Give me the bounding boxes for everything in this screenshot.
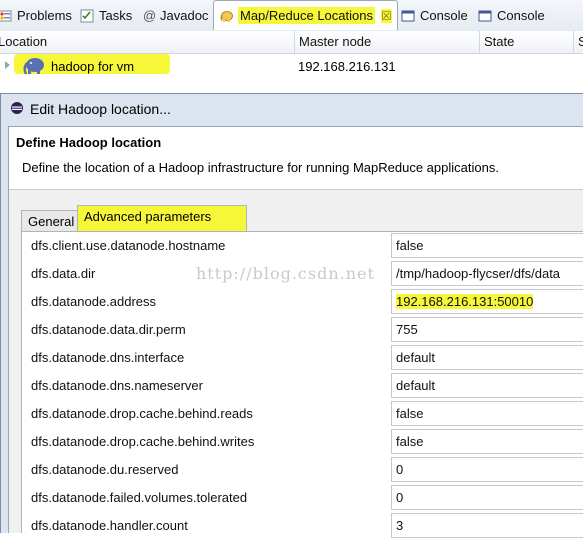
hadoop-elephant-icon (22, 56, 46, 79)
table-row[interactable]: hadoop for vm 192.168.216.131 (0, 54, 583, 80)
param-name: dfs.datanode.dns.interface (31, 350, 185, 365)
column-status[interactable]: S (573, 31, 583, 53)
param-value-field[interactable]: false (391, 233, 583, 258)
tab-general[interactable]: General (21, 210, 82, 232)
tab-console-2[interactable]: Console (478, 0, 545, 31)
param-name: dfs.datanode.data.dir.perm (31, 322, 186, 337)
tab-label: Tasks (99, 8, 133, 23)
tab-label: Problems (17, 8, 72, 23)
param-row: dfs.datanode.failed.volumes.tolerated 0 (22, 484, 583, 512)
param-row: dfs.client.use.datanode.hostname false (22, 232, 583, 260)
tab-problems[interactable]: Problems (0, 0, 72, 31)
at-icon: @ (143, 7, 157, 23)
locations-table-header: Location Master node State S (0, 31, 583, 54)
close-icon[interactable]: ☒ (380, 8, 392, 23)
dialog-title-bar[interactable]: Edit Hadoop location... (2, 96, 583, 122)
param-value-field[interactable]: false (391, 401, 583, 426)
param-row: dfs.datanode.dns.nameserver default (22, 372, 583, 400)
param-value-field[interactable]: 192.168.216.131:50010 (391, 289, 583, 314)
param-value-field[interactable]: 755 (391, 317, 583, 342)
dialog-description: Define the location of a Hadoop infrastr… (22, 160, 499, 175)
problems-icon (0, 9, 12, 23)
param-name: dfs.datanode.failed.volumes.tolerated (31, 490, 248, 505)
tab-map-reduce-locations[interactable]: Map/Reduce Locations ☒ (213, 0, 398, 30)
column-state[interactable]: State (479, 31, 573, 53)
param-value-field[interactable]: 0 (391, 485, 583, 510)
param-name: dfs.datanode.drop.cache.behind.reads (31, 406, 253, 421)
param-value-field[interactable]: default (391, 373, 583, 398)
param-name: dfs.datanode.drop.cache.behind.writes (31, 434, 255, 449)
tasks-icon (80, 9, 94, 23)
tab-label: Console (420, 8, 468, 23)
param-row: dfs.datanode.du.reserved 0 (22, 456, 583, 484)
param-name: dfs.data.dir (31, 266, 96, 281)
tab-label: Javadoc (160, 8, 209, 23)
dialog-title: Edit Hadoop location... (30, 101, 171, 117)
expand-arrow-icon[interactable] (5, 61, 10, 69)
param-row: dfs.datanode.drop.cache.behind.reads fal… (22, 400, 583, 428)
location-name: hadoop for vm (51, 59, 135, 74)
elephant-icon (219, 9, 233, 23)
param-row: dfs.datanode.dns.interface default (22, 344, 583, 372)
param-value-field[interactable]: false (391, 429, 583, 454)
param-row: dfs.datanode.address 192.168.216.131:500… (22, 288, 583, 316)
tab-console-1[interactable]: Console (401, 0, 468, 31)
tab-label: Console (497, 8, 545, 23)
param-value-field[interactable]: default (391, 345, 583, 370)
master-node-value: 192.168.216.131 (298, 59, 396, 74)
param-value-field[interactable]: 3 (391, 513, 583, 538)
console-icon (478, 9, 492, 23)
param-name: dfs.datanode.dns.nameserver (31, 378, 203, 393)
column-location[interactable]: Location (0, 31, 294, 53)
tab-advanced-parameters[interactable]: Advanced parameters (77, 205, 247, 232)
tab-label: Map/Reduce Locations (238, 7, 375, 24)
eclipse-icon (10, 101, 24, 118)
console-icon (401, 9, 415, 23)
tab-javadoc[interactable]: @ Javadoc (143, 0, 208, 31)
param-value-field[interactable]: 0 (391, 457, 583, 482)
column-master-node[interactable]: Master node (294, 31, 479, 53)
param-name: dfs.datanode.address (31, 294, 157, 309)
dialog-heading: Define Hadoop location (16, 135, 162, 150)
view-tab-bar: Problems Tasks @ Javadoc Map/Reduce Loca… (0, 0, 583, 32)
param-name: dfs.client.use.datanode.hostname (31, 238, 226, 253)
param-name: dfs.datanode.handler.count (31, 518, 188, 533)
param-row: dfs.datanode.handler.count 3 (22, 512, 583, 540)
param-row: dfs.datanode.data.dir.perm 755 (22, 316, 583, 344)
tab-tasks[interactable]: Tasks (80, 0, 132, 31)
watermark: http://blog.csdn.net (196, 264, 375, 283)
dialog-header: Define Hadoop location Define the locati… (9, 127, 583, 190)
param-row: dfs.datanode.drop.cache.behind.writes fa… (22, 428, 583, 456)
param-name: dfs.datanode.du.reserved (31, 462, 179, 477)
param-value-field[interactable]: /tmp/hadoop-flycser/dfs/data (391, 261, 583, 286)
